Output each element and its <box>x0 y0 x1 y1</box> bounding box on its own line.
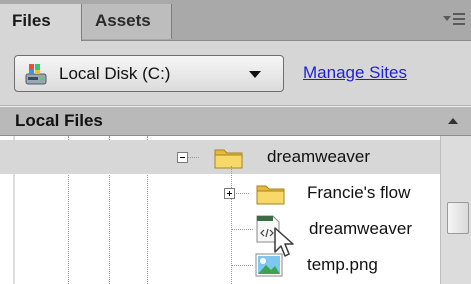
site-selector-dropdown[interactable]: Local Disk (C:) <box>14 55 284 92</box>
panel-options-menu-icon[interactable] <box>443 12 465 26</box>
scroll-up-arrow-icon[interactable] <box>448 118 458 124</box>
scrollbar-thumb[interactable] <box>447 202 469 234</box>
tree-item-label: dreamweaver <box>267 147 370 166</box>
expand-icon[interactable] <box>224 188 235 199</box>
tab-assets[interactable]: Assets <box>82 4 172 39</box>
site-selector-label: Local Disk (C:) <box>59 64 171 83</box>
panel-tab-strip: Files Assets <box>0 0 471 41</box>
vertical-scrollbar[interactable] <box>440 136 471 284</box>
tree-item-label: Francie's flow <box>307 183 411 202</box>
files-toolbar: Local Disk (C:) Manage Sites <box>0 41 471 106</box>
tree-item-label: dreamweaver <box>309 219 412 238</box>
manage-sites-link[interactable]: Manage Sites <box>303 63 407 83</box>
folder-icon <box>214 149 243 169</box>
chevron-down-icon <box>249 71 261 78</box>
tree-row-dreamweaver-folder[interactable]: dreamweaver <box>0 140 440 174</box>
folder-icon <box>256 185 285 205</box>
column-local-files[interactable]: Local Files <box>15 107 103 135</box>
file-tree: dreamweaver Francie's flow dreamweaver t… <box>0 136 440 284</box>
tree-row-francies-flow-folder[interactable]: Francie's flow <box>0 176 440 210</box>
local-disk-icon <box>25 64 47 85</box>
tab-files[interactable]: Files <box>0 4 82 41</box>
mouse-pointer-icon <box>274 227 294 257</box>
tree-row-temp-png[interactable]: temp.png <box>0 248 440 282</box>
tree-row-dreamweaver-file[interactable]: dreamweaver <box>0 212 440 246</box>
file-list-header: Local Files <box>0 106 471 136</box>
files-panel: Files Assets Local Disk (C:) Manage Site… <box>0 0 471 284</box>
tree-item-label: temp.png <box>307 255 378 274</box>
collapse-icon[interactable] <box>177 152 188 163</box>
